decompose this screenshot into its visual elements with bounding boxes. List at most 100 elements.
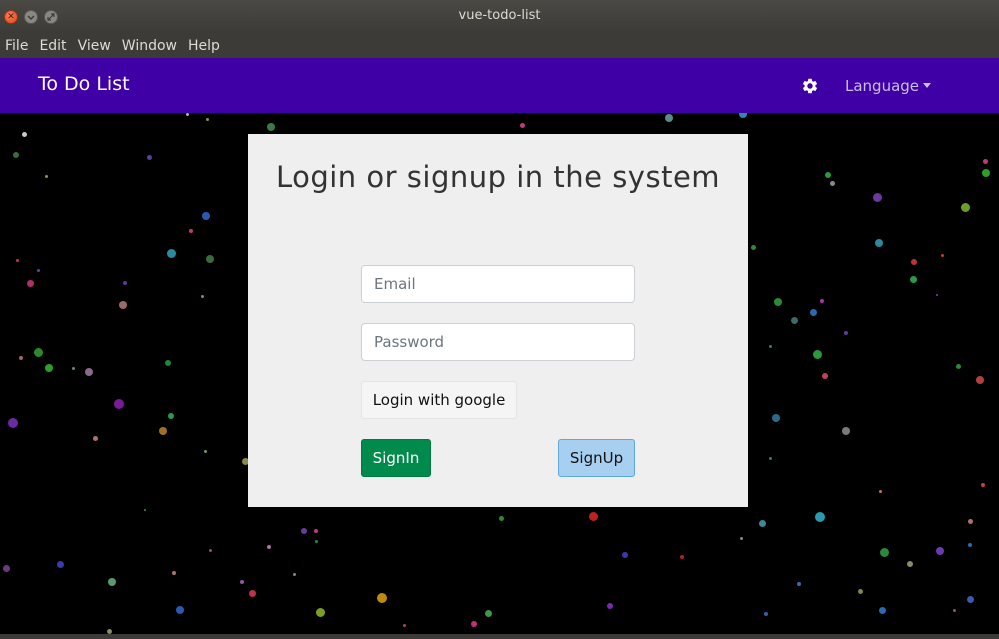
signin-button[interactable]: SignIn [361,439,431,477]
menu-file[interactable]: File [1,38,34,54]
particle-dot [872,192,882,202]
particle-dot [774,298,782,306]
particle-dot [8,418,18,428]
email-field[interactable] [361,265,635,303]
particle-dot [172,571,176,575]
menu-help[interactable]: Help [184,38,226,54]
particle-dot [146,154,152,160]
particle-dot [144,509,146,511]
particle-dot [240,580,244,584]
particle-dot [108,578,116,586]
particle-dot [750,244,756,250]
particle-dot [165,360,171,366]
particle-dot [829,180,835,186]
particle-dot [45,364,53,372]
signup-button[interactable]: SignUp [558,439,635,477]
brand-title[interactable]: To Do List [38,73,130,95]
particle-dot [911,259,917,265]
particle-dot [878,489,882,493]
particle-dot [622,552,628,558]
particle-dot [471,621,477,627]
particle-dot [878,606,886,614]
particle-dot [208,548,212,552]
window-title: vue-todo-list [458,8,541,23]
menu-window[interactable]: Window [118,38,183,54]
particle-dot [857,588,863,594]
particle-dot [982,158,988,164]
particle-dot [402,623,406,627]
particle-dot [19,356,23,360]
particle-dot [314,529,318,533]
particle-dot [822,373,828,379]
password-field[interactable] [361,323,635,361]
particle-dot [739,536,743,540]
particle-dot [955,363,961,369]
language-label: Language [845,77,920,95]
particle-dot [301,528,307,534]
caret-down-icon [923,83,932,88]
login-title: Login or signup in the system [275,160,721,194]
particle-dot [936,547,944,555]
particle-dot [13,152,19,158]
particle-dot [185,113,189,116]
particle-dot [665,114,673,122]
particle-dot [44,174,48,178]
particle-dot [879,547,889,557]
particle-dot [159,427,167,435]
login-with-google-button[interactable]: Login with google [361,381,517,419]
particle-dot [498,515,504,521]
particle-dot [21,131,27,137]
particle-dot [200,294,204,298]
particle-dot [26,279,34,287]
particle-dot [790,316,798,324]
particle-dot [967,518,973,524]
particle-dot [206,255,214,263]
window-bottom-border [0,634,999,639]
particle-dot [484,609,492,617]
particle-dot [981,483,985,487]
menu-view[interactable]: View [74,38,117,54]
particle-dot [114,399,124,409]
particle-dot [15,258,19,262]
particle-dot [815,512,825,522]
particle-dot [976,376,984,384]
particle-dot [2,564,10,572]
particle-dot [875,239,883,247]
language-dropdown[interactable]: Language [845,77,932,95]
particle-dot [812,349,822,359]
particle-dot [768,344,772,348]
particle-dot [909,275,917,283]
particle-dot [768,456,772,460]
particle-dot [189,229,193,233]
particle-dot [739,113,747,118]
particle-dot [952,608,956,612]
menu-bar: File Edit View Window Help [0,33,999,58]
particle-dot [168,413,174,419]
particle-dot [71,366,75,370]
particle-dot [936,294,938,296]
particle-dot [166,248,176,258]
particle-dot [85,368,93,376]
particle-dot [940,253,944,257]
particle-dot [519,122,525,128]
window-titlebar: ✕ vue-todo-list [0,0,999,33]
menu-edit[interactable]: Edit [35,38,72,54]
particle-dot [764,612,768,616]
particle-dot [92,435,98,441]
particle-dot [758,519,766,527]
particle-dot [33,347,43,357]
particle-dot [982,169,990,177]
particle-dot [314,539,318,543]
particle-dot [797,582,801,586]
particle-dot [809,308,817,316]
particle-dot [966,595,974,603]
particle-dot [588,511,598,521]
particle-dot [680,555,684,559]
particle-dot [315,607,325,617]
particle-dot [205,117,209,121]
particle-dot [772,414,780,422]
gear-icon[interactable] [801,77,819,95]
particle-dot [248,589,256,597]
particle-dot [36,268,40,272]
particle-dot [607,603,613,609]
